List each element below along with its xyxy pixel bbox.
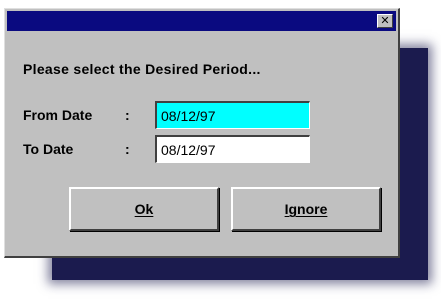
select-period-dialog: ✕ Please select the Desired Period... Fr… xyxy=(4,8,400,258)
prompt-text: Please select the Desired Period... xyxy=(23,61,261,77)
ok-button-label: Ok xyxy=(134,201,154,217)
title-bar[interactable]: ✕ xyxy=(7,11,396,31)
from-date-label: From Date xyxy=(23,107,93,123)
from-date-colon: : xyxy=(125,107,130,123)
to-date-colon: : xyxy=(125,141,130,157)
ignore-button[interactable]: Ignore xyxy=(231,187,381,231)
from-date-input[interactable] xyxy=(155,101,310,129)
screen: ✕ Please select the Desired Period... Fr… xyxy=(0,0,441,301)
ok-button[interactable]: Ok xyxy=(69,187,219,231)
close-icon: ✕ xyxy=(380,14,390,27)
to-date-label: To Date xyxy=(23,141,74,157)
ignore-button-label: Ignore xyxy=(284,201,328,217)
to-date-input[interactable] xyxy=(155,135,310,163)
close-button[interactable]: ✕ xyxy=(377,14,393,28)
